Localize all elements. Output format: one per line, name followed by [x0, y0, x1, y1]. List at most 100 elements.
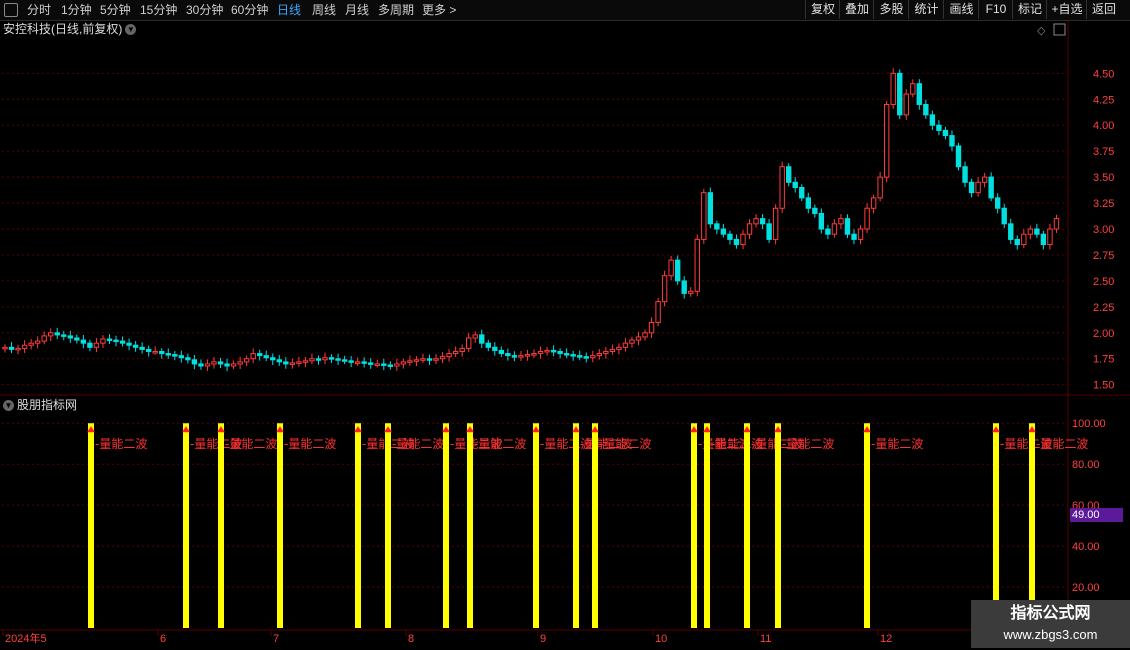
- candle-body: [786, 166, 792, 183]
- candle-body: [348, 360, 354, 363]
- candle-body: [1008, 223, 1014, 240]
- candle-body: [792, 181, 798, 188]
- candle-body: [328, 357, 335, 360]
- candle-body: [87, 342, 93, 348]
- candle-body: [988, 176, 994, 199]
- indicator-tick-label: 100.00: [1072, 418, 1106, 430]
- candle-body: [629, 339, 635, 344]
- candle-body: [635, 336, 642, 341]
- candle-body: [910, 83, 916, 95]
- signal-bar: [573, 423, 579, 628]
- signal-bar: [775, 423, 781, 628]
- indicator-tick-label: 20.00: [1072, 582, 1100, 594]
- candle-body: [727, 233, 733, 240]
- candle-body: [61, 334, 67, 337]
- candle-body: [648, 321, 655, 334]
- candle-body: [609, 348, 616, 352]
- candle-body: [211, 361, 217, 365]
- candle-body: [518, 355, 524, 358]
- candle-body: [54, 332, 60, 336]
- candle-body: [113, 339, 119, 343]
- candle-body: [655, 301, 661, 323]
- candle-body: [302, 360, 309, 363]
- price-tick-label: 4.50: [1093, 68, 1114, 80]
- candle-body: [433, 358, 439, 361]
- candle-body: [276, 359, 282, 363]
- candle-body: [883, 103, 890, 178]
- candle-body: [28, 342, 34, 346]
- candle-body: [616, 346, 622, 350]
- candle-body: [335, 358, 341, 361]
- candle-body: [524, 354, 531, 357]
- candle-body: [8, 346, 15, 350]
- signal-bar: [744, 423, 750, 628]
- price-tick-label: 3.25: [1093, 198, 1114, 210]
- price-tick-label: 3.50: [1093, 172, 1114, 184]
- candle-body: [622, 342, 629, 348]
- candle-body: [981, 176, 988, 183]
- date-tick-label: 7: [273, 633, 279, 645]
- candle-body: [544, 349, 550, 353]
- signal-label: -量能二波: [392, 437, 444, 451]
- candle-body: [864, 207, 870, 230]
- candle-body: [701, 192, 707, 240]
- candle-body: [198, 363, 204, 367]
- signal-bar: [864, 423, 870, 628]
- candle-body: [916, 83, 923, 105]
- candle-body: [812, 207, 818, 214]
- candle-body: [897, 72, 903, 116]
- candle-body: [263, 355, 269, 359]
- candle-body: [15, 347, 21, 351]
- candle-body: [668, 259, 674, 277]
- signal-bar: [183, 423, 189, 628]
- candle-body: [172, 354, 178, 357]
- signal-bar: [218, 423, 224, 628]
- candle-body: [714, 223, 720, 230]
- candle-body: [903, 93, 909, 116]
- watermark-title: 指标公式网: [1010, 605, 1091, 622]
- price-tick-label: 4.25: [1093, 94, 1114, 106]
- date-tick-label: 9: [540, 633, 546, 645]
- candle-body: [100, 338, 106, 344]
- candle-body: [694, 238, 700, 292]
- signal-bar: [1029, 423, 1035, 628]
- candle-body: [309, 358, 315, 362]
- signal-bar: [533, 423, 539, 628]
- signal-bar: [443, 423, 449, 628]
- candle-body: [759, 218, 766, 225]
- candle-body: [955, 145, 962, 168]
- candle-body: [851, 233, 857, 240]
- candle-body: [119, 340, 126, 344]
- candle-body: [80, 339, 87, 344]
- candle-body: [139, 346, 145, 350]
- signal-label: -量能二波: [284, 437, 336, 451]
- candle-body: [766, 223, 772, 240]
- candle-body: [465, 337, 472, 349]
- candle-body: [596, 353, 603, 357]
- candle-body: [283, 361, 289, 365]
- candle-body: [975, 181, 981, 194]
- candle-body: [857, 228, 864, 240]
- candle-body: [354, 361, 361, 364]
- candle-body: [550, 349, 557, 353]
- candle-body: [1021, 233, 1027, 246]
- candle-body: [400, 361, 407, 365]
- candle-body: [831, 223, 838, 235]
- date-tick-label: 12: [880, 633, 892, 645]
- candle-body: [394, 363, 400, 367]
- candle-body: [603, 350, 609, 355]
- price-tick-label: 2.00: [1093, 328, 1114, 340]
- signal-bar: [691, 423, 697, 628]
- candle-body: [674, 259, 681, 282]
- signal-bar: [88, 423, 94, 628]
- price-tick-label: 4.00: [1093, 120, 1114, 132]
- candle-body: [270, 357, 276, 361]
- candle-body: [21, 344, 28, 349]
- candle-body: [1040, 233, 1047, 246]
- candle-body: [1034, 228, 1040, 235]
- candle-body: [322, 357, 328, 361]
- date-tick-label: 8: [408, 633, 414, 645]
- candle-body: [178, 355, 185, 359]
- candle-body: [341, 359, 348, 362]
- price-tick-label: 3.00: [1093, 224, 1114, 236]
